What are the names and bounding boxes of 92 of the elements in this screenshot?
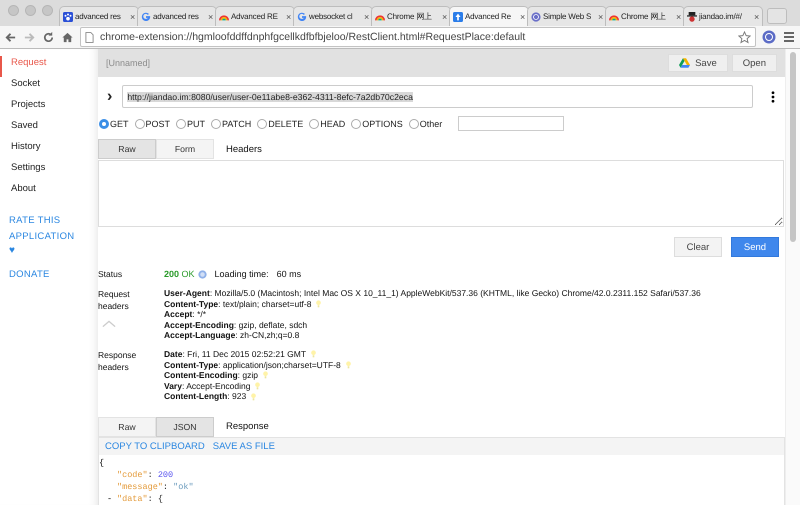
rate-app-link[interactable]: RATE THIS APPLICATION xyxy=(0,213,88,245)
window-zoom-control[interactable] xyxy=(42,5,53,16)
browser-tab[interactable]: websocket cl × xyxy=(293,6,373,26)
letter-g-icon xyxy=(141,12,151,22)
reload-icon[interactable] xyxy=(42,30,55,44)
header-line: Accept-Encoding: gzip, deflate, sdch xyxy=(164,320,308,330)
window-close-control[interactable] xyxy=(8,5,19,16)
expand-chevron-icon[interactable]: › xyxy=(107,90,112,104)
save-button[interactable]: Save xyxy=(668,54,728,72)
address-bar[interactable]: chrome-extension://hgmloofddffdnphfgcellkdfbfbjeloo/RestClient.html#RequestPlace:default xyxy=(80,27,756,47)
loading-time-label: Loading time: xyxy=(214,269,269,279)
browser-tab[interactable]: Advanced RE × xyxy=(215,6,295,26)
header-line: Accept-Language: zh-CN,zh;q=0.8 xyxy=(164,330,300,341)
collapse-toggle[interactable]: - xyxy=(107,492,117,505)
response-headers-label: Response headers xyxy=(98,348,138,373)
forward-icon[interactable] xyxy=(23,30,36,44)
method-radio[interactable]: GET xyxy=(99,118,129,128)
response-heading: Response xyxy=(226,421,269,432)
response-tab[interactable]: Raw xyxy=(98,416,156,437)
new-tab-button[interactable] xyxy=(767,8,787,24)
header-line: Content-Type: application/json;charset=UTF-8 xyxy=(164,360,341,370)
header-line: Vary: Accept-Encoding xyxy=(164,380,250,392)
browser-tab[interactable]: advanced res × xyxy=(59,6,139,26)
header-line: Date: Fri, 11 Dec 2015 02:52:21 GMT xyxy=(164,348,306,360)
lightbulb-icon[interactable] xyxy=(255,382,260,390)
sidebar-item[interactable]: History xyxy=(0,140,98,161)
method-radio[interactable]: HEAD xyxy=(309,118,346,128)
header-line: Content-Type: text/plain; charset=utf-8 xyxy=(164,298,312,310)
browser-tab[interactable]: Advanced Re × xyxy=(449,6,529,26)
sidebar-item[interactable]: About xyxy=(0,182,98,203)
extension-icon[interactable] xyxy=(762,30,776,44)
up-arrow-icon xyxy=(453,12,463,22)
headers-heading: Headers xyxy=(226,144,262,154)
browser-tab[interactable]: Chrome 网上 × xyxy=(371,6,451,26)
heart-icon: ♥ xyxy=(0,245,98,257)
donate-link[interactable]: DONATE xyxy=(0,267,88,283)
loading-time-value: 60 ms xyxy=(276,269,302,279)
lightbulb-icon[interactable] xyxy=(251,392,256,401)
clear-button[interactable]: Clear xyxy=(674,237,722,257)
editor-tab[interactable]: Raw xyxy=(98,139,156,159)
page-icon xyxy=(85,32,94,42)
lightbulb-icon[interactable] xyxy=(262,371,268,380)
sidebar-item[interactable]: Settings xyxy=(0,161,98,182)
home-icon[interactable] xyxy=(61,30,74,44)
browser-tab[interactable]: advanced res × xyxy=(137,6,217,26)
browser-tab[interactable]: jiandao.im/#/ × xyxy=(683,6,763,26)
method-radio[interactable]: Other xyxy=(408,118,442,128)
scrollbar-thumb[interactable] xyxy=(790,52,796,242)
browser-tab[interactable]: Simple Web S × xyxy=(527,6,607,26)
response-tab[interactable]: JSON xyxy=(156,416,214,437)
sidebar-item[interactable]: Saved xyxy=(0,119,98,140)
window-minimize-control[interactable] xyxy=(25,5,36,16)
request-name-field[interactable]: [Unnamed] xyxy=(104,57,308,69)
help-icon[interactable] xyxy=(198,270,207,278)
letter-g-icon xyxy=(297,12,307,22)
json-line: { xyxy=(99,456,106,469)
json-line: "data": { xyxy=(117,492,163,505)
paw-icon xyxy=(63,12,73,22)
header-line: Content-Length: 923 xyxy=(164,391,246,402)
sidebar-item[interactable]: Projects xyxy=(0,98,98,119)
method-radio[interactable]: PUT xyxy=(176,118,206,128)
json-line: "message": "ok" xyxy=(117,480,194,493)
method-radio[interactable]: POST xyxy=(134,118,170,128)
method-radio[interactable]: OPTIONS xyxy=(351,118,403,128)
open-button[interactable]: Open xyxy=(732,54,777,72)
url-field[interactable]: http://jiandao.im:8080/user/user-0e11abe8-e362-4311-8efc-7a2db70c2eca xyxy=(122,85,753,108)
method-radio[interactable]: PATCH xyxy=(211,118,252,128)
sidebar-item[interactable]: Socket xyxy=(0,77,98,98)
collapse-caret-icon[interactable] xyxy=(102,320,116,328)
header-line: Content-Encoding: gzip xyxy=(164,370,258,381)
status-code: 200 OK xyxy=(164,269,195,279)
status-label: Status xyxy=(98,268,124,280)
other-method-field[interactable] xyxy=(458,116,564,131)
lightbulb-icon[interactable] xyxy=(316,300,322,308)
editor-tab[interactable]: Form xyxy=(156,139,214,159)
triangle-icon xyxy=(679,58,690,68)
more-options-icon[interactable] xyxy=(771,90,775,102)
menu-icon[interactable] xyxy=(782,30,796,44)
bookmark-star-icon[interactable] xyxy=(738,30,751,44)
send-button[interactable]: Send xyxy=(731,237,779,257)
headers-field[interactable] xyxy=(98,160,784,227)
ws-circle-icon xyxy=(531,12,541,22)
json-line: "code": 200 xyxy=(117,468,174,481)
hat-figure-icon xyxy=(687,12,697,22)
method-radio[interactable]: DELETE xyxy=(257,118,304,128)
header-line: Accept: */* xyxy=(164,309,206,320)
request-headers-label: Request headers xyxy=(98,288,131,312)
lightbulb-icon[interactable] xyxy=(346,360,351,369)
header-line: User-Agent: Mozilla/5.0 (Macintosh; Intel Mac OS X 10_11_1) AppleWebKit/537.36 (KHTML, like Gecko) Chrome/42.0.2311.152 Safari/537.36 xyxy=(164,288,701,299)
back-icon[interactable] xyxy=(4,30,17,44)
lightbulb-icon[interactable] xyxy=(311,350,316,358)
browser-tab[interactable]: Chrome 网上 × xyxy=(605,6,685,26)
